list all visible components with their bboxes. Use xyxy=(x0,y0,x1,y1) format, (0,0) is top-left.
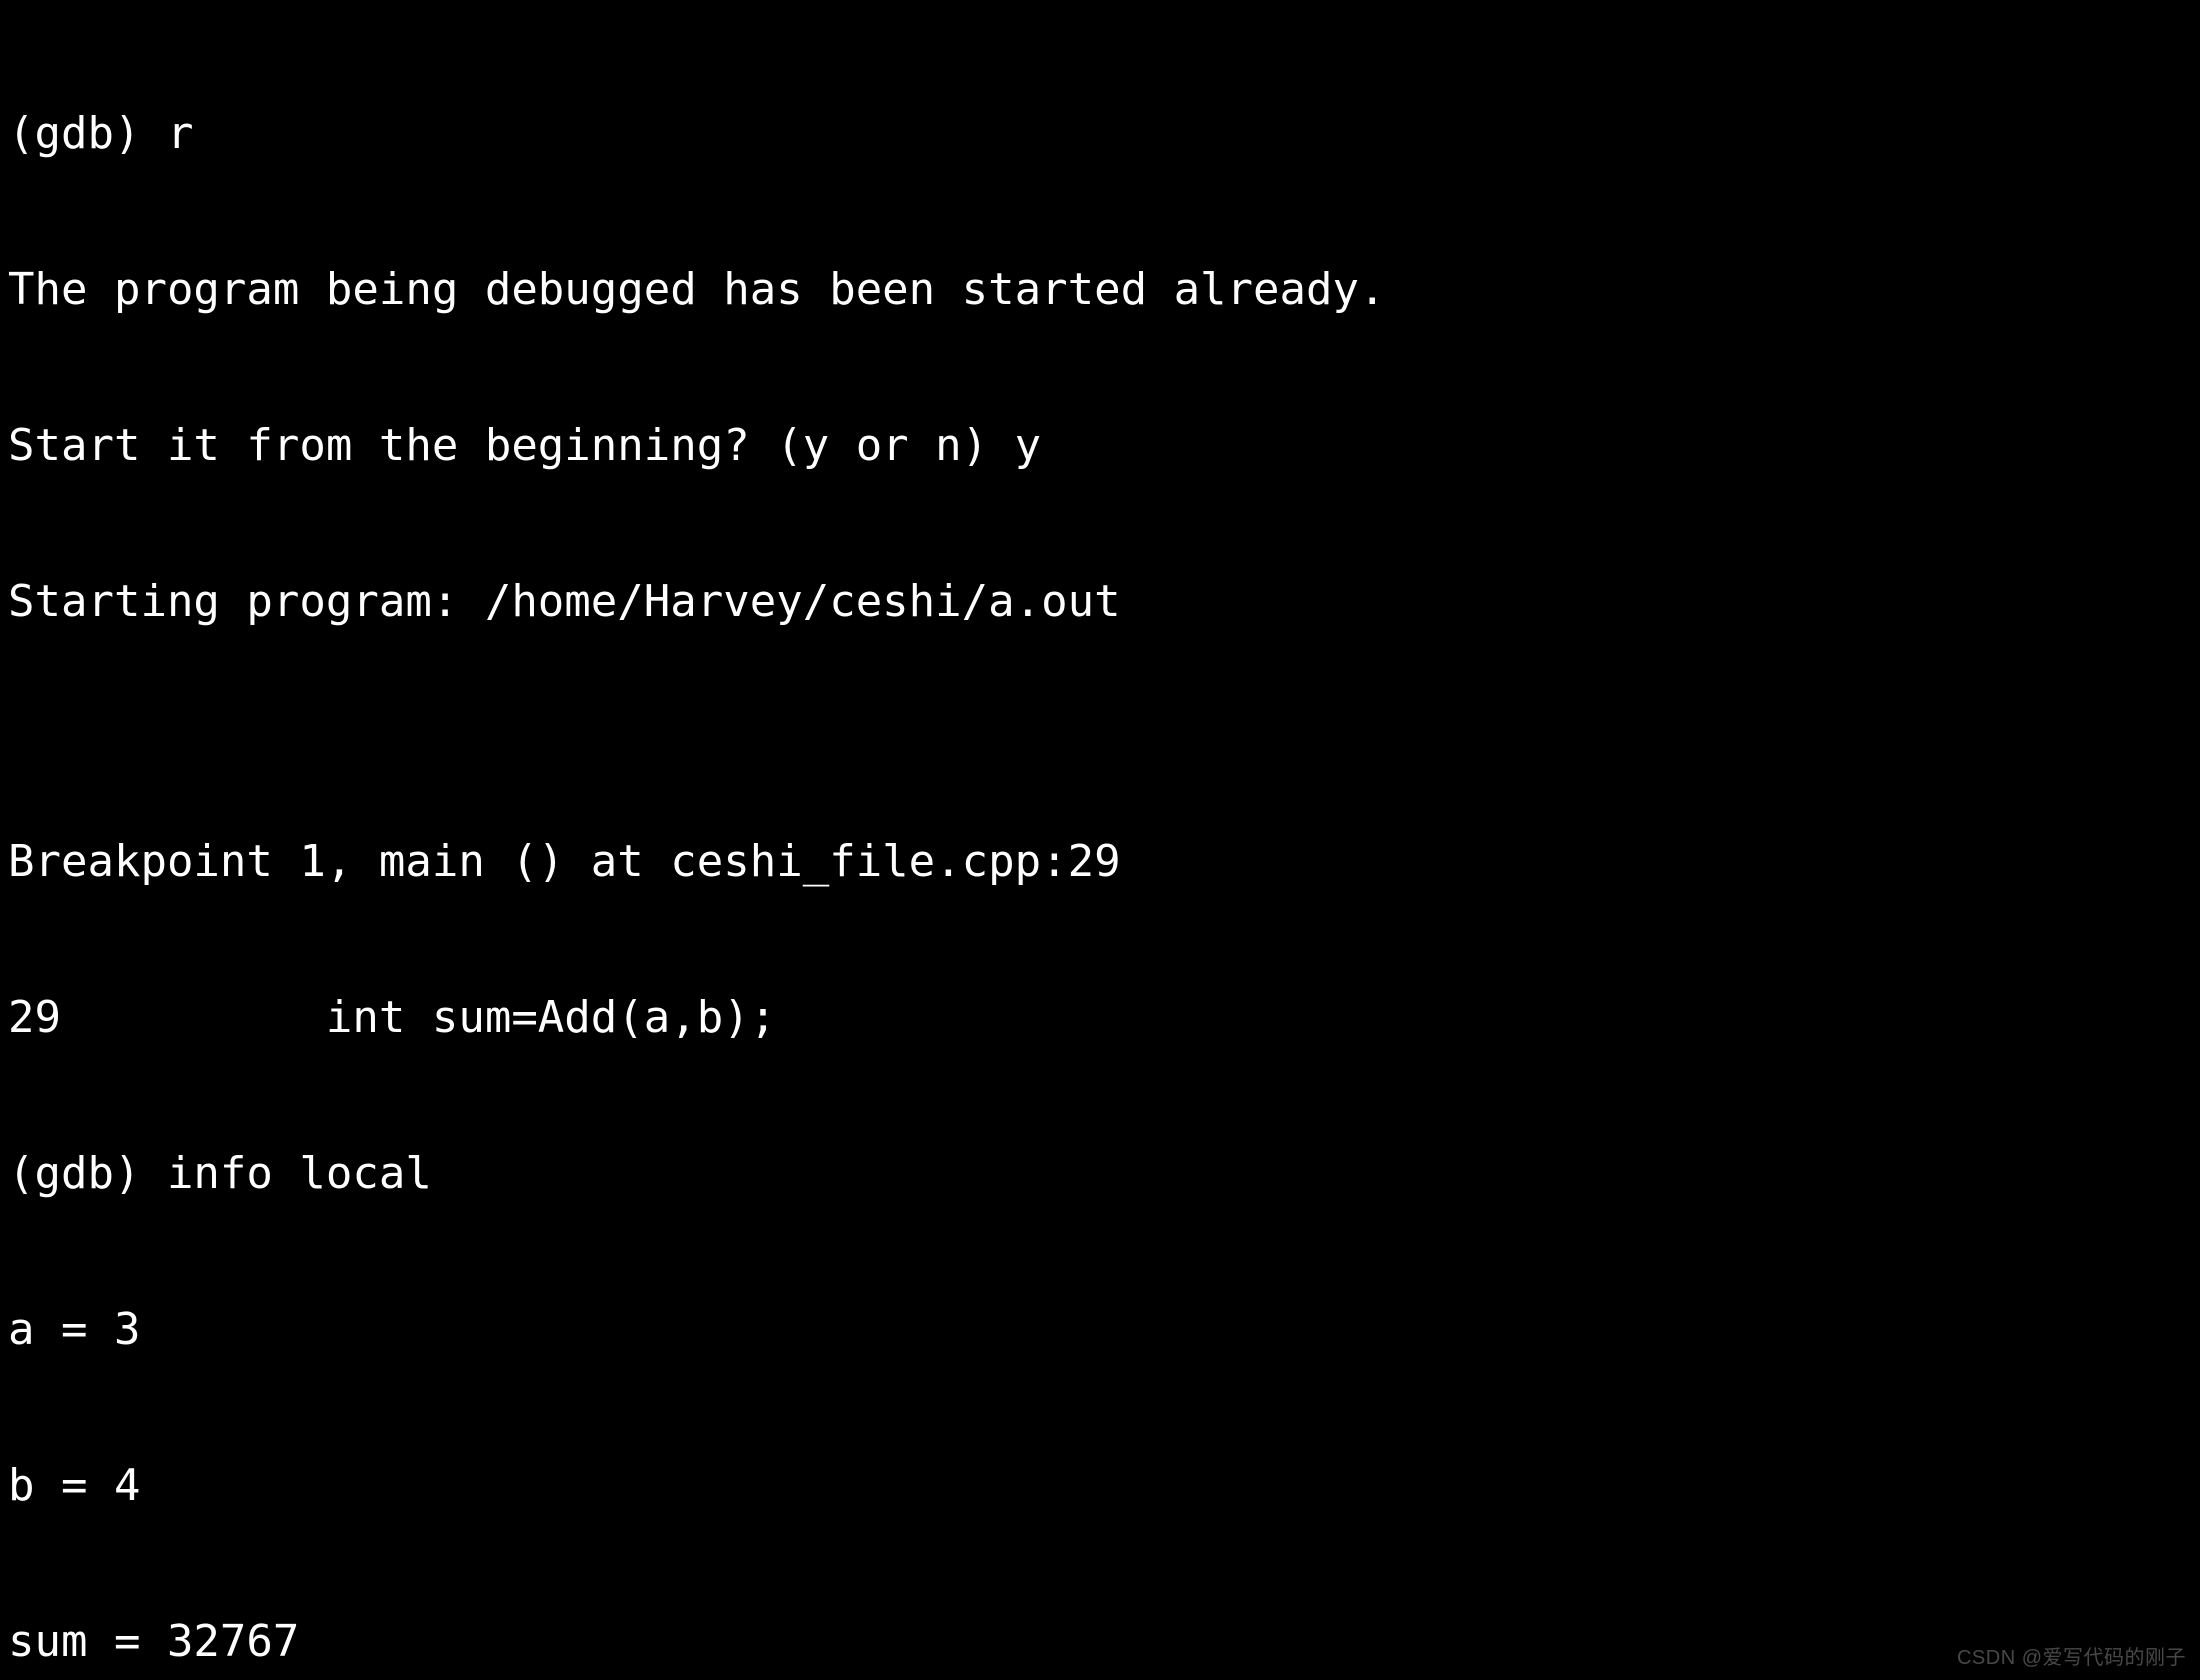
terminal-line: (gdb) info local xyxy=(8,1148,2192,1200)
terminal-line: The program being debugged has been star… xyxy=(8,264,2192,316)
terminal-line: Breakpoint 1, main () at ceshi_file.cpp:… xyxy=(8,836,2192,888)
terminal-line: Start it from the beginning? (y or n) y xyxy=(8,420,2192,472)
terminal-line: 29 int sum=Add(a,b); xyxy=(8,992,2192,1044)
watermark-text: CSDN @爱写代码的刚子 xyxy=(1957,1641,2186,1670)
terminal-line: b = 4 xyxy=(8,1460,2192,1512)
terminal-line: Starting program: /home/Harvey/ceshi/a.o… xyxy=(8,576,2192,628)
gdb-terminal[interactable]: (gdb) r The program being debugged has b… xyxy=(0,0,2200,1680)
terminal-line: (gdb) r xyxy=(8,108,2192,160)
terminal-line: a = 3 xyxy=(8,1304,2192,1356)
terminal-line: sum = 32767 xyxy=(8,1616,2192,1668)
